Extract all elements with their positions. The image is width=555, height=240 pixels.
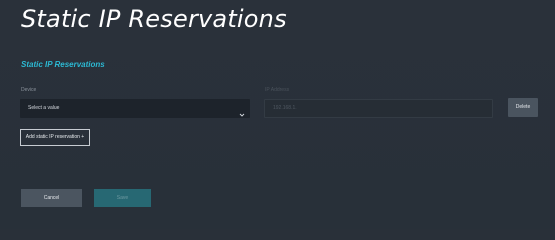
page-title: Static IP Reservations <box>21 5 287 33</box>
add-static-ip-reservation-button[interactable]: Add static IP reservation + <box>20 129 90 146</box>
save-button[interactable]: Save <box>94 189 151 207</box>
static-ip-reservations-page: Static IP Reservations Static IP Reserva… <box>0 0 555 229</box>
chevron-down-icon <box>239 105 245 117</box>
device-label: Device <box>21 87 37 93</box>
ip-address-label: IP Address <box>265 87 290 93</box>
ip-address-input[interactable]: 192.168.1. <box>264 99 493 118</box>
device-select[interactable]: Select a value <box>20 99 250 118</box>
cancel-button[interactable]: Cancel <box>21 189 82 207</box>
device-select-value: Select a value <box>28 105 60 111</box>
delete-button[interactable]: Delete <box>508 98 538 117</box>
ip-address-placeholder: 192.168.1. <box>273 105 297 111</box>
section-title: Static IP Reservations <box>21 60 105 69</box>
